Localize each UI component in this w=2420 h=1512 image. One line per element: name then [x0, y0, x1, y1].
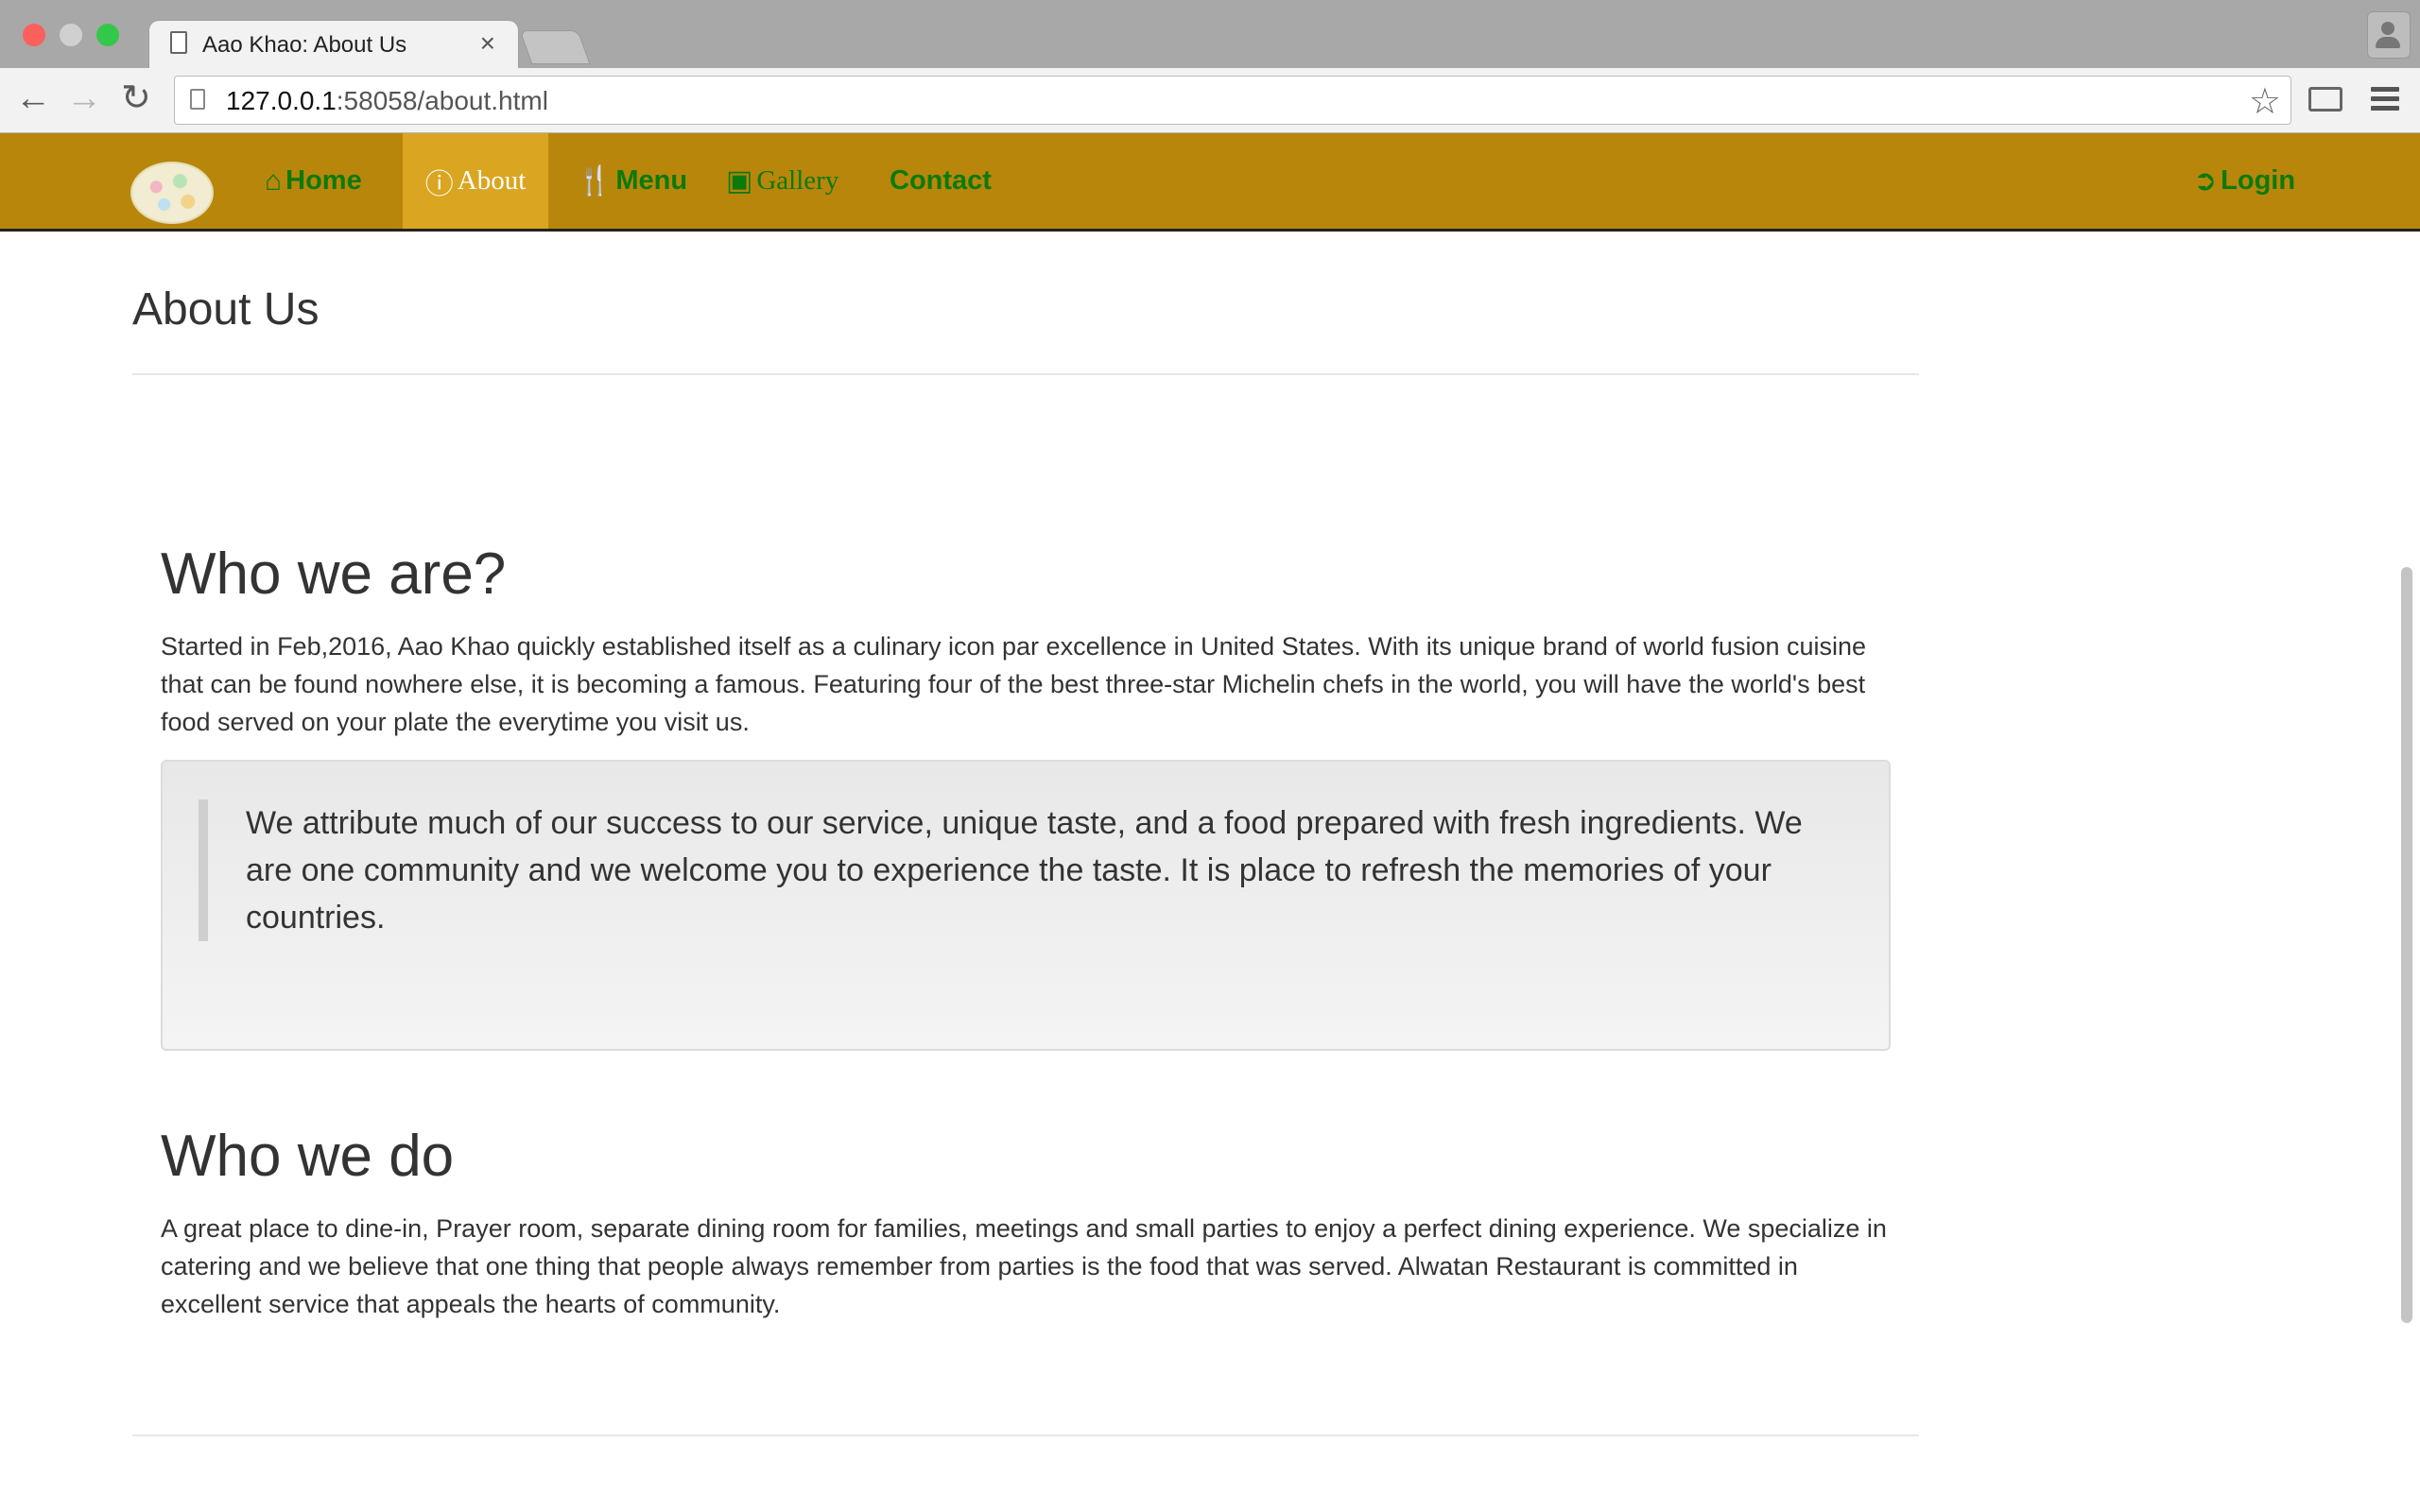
url-text[interactable]: 127.0.0.1:58058/about.html: [226, 86, 548, 116]
nav-menu-link[interactable]: 🍴 Menu: [577, 133, 687, 229]
section-text-who-we-are: Started in Feb,2016, Aao Khao quickly es…: [161, 632, 1867, 736]
picture-icon: ▣: [726, 165, 753, 197]
close-window-button[interactable]: [23, 24, 45, 46]
page-title: About Us: [132, 284, 320, 335]
browser-tab-active[interactable]: Aao Khao: About Us ×: [149, 21, 518, 70]
page-icon: [170, 31, 187, 54]
page-scrollbar[interactable]: [2401, 567, 2412, 1323]
page-icon: [190, 89, 205, 110]
profile-icon[interactable]: [2367, 11, 2411, 59]
nav-contact-link[interactable]: Contact: [890, 133, 992, 229]
minimize-window-button[interactable]: [60, 24, 82, 46]
forward-arrow-icon[interactable]: →: [66, 79, 102, 117]
cast-icon[interactable]: [2308, 87, 2342, 112]
browser-menu-icon[interactable]: [2371, 87, 2399, 112]
address-bar[interactable]: 127.0.0.1:58058/about.html ☆: [174, 76, 2291, 125]
blockquote: We attribute much of our success to our …: [199, 799, 1843, 941]
nav-home-link[interactable]: ⌂ Home: [265, 133, 362, 229]
back-arrow-icon[interactable]: ←: [15, 79, 51, 117]
section-heading-who-we-are: Who we are?: [161, 541, 507, 607]
footer-divider: [132, 1435, 1919, 1436]
site-logo[interactable]: [130, 162, 214, 224]
section-text-who-we-do: A great place to dine-in, Prayer room, s…: [161, 1214, 1887, 1318]
login-icon: ➲: [2193, 165, 2218, 197]
new-tab-button[interactable]: [519, 30, 591, 64]
nav-login-label: Login: [2221, 165, 2296, 196]
nav-gallery-link[interactable]: ▣ Gallery: [726, 133, 838, 229]
title-divider: [132, 373, 1919, 375]
browser-toolbar: ← → ↻ 127.0.0.1:58058/about.html ☆: [0, 68, 2420, 133]
home-icon: ⌂: [265, 164, 283, 197]
site-navbar: ⌂ Home ⓘ About 🍴 Menu ▣ Gallery Contact …: [0, 133, 2420, 232]
cutlery-icon: 🍴: [577, 165, 613, 197]
browser-tab-bar: Aao Khao: About Us ×: [0, 0, 2420, 70]
reload-icon[interactable]: ↻: [121, 79, 151, 117]
nav-gallery-label: Gallery: [756, 165, 839, 196]
maximize-window-button[interactable]: [96, 24, 119, 46]
tab-close-icon[interactable]: ×: [480, 28, 495, 59]
nav-contact-label: Contact: [890, 165, 992, 196]
quote-well: We attribute much of our success to our …: [161, 760, 1891, 1051]
tab-title: Aao Khao: About Us: [202, 32, 407, 58]
url-host: 127.0.0.1: [226, 86, 337, 115]
nav-login-link[interactable]: ➲ Login: [2193, 133, 2295, 229]
info-icon: ⓘ: [424, 168, 454, 200]
nav-about-link[interactable]: ⓘ About: [403, 133, 548, 229]
nav-about-label: About: [457, 165, 527, 196]
nav-home-label: Home: [285, 165, 362, 196]
bookmark-star-icon[interactable]: ☆: [2249, 80, 2281, 123]
nav-menu-label: Menu: [615, 165, 688, 196]
url-path: :58058/about.html: [336, 86, 548, 115]
section-heading-who-we-do: Who we do: [161, 1124, 455, 1189]
